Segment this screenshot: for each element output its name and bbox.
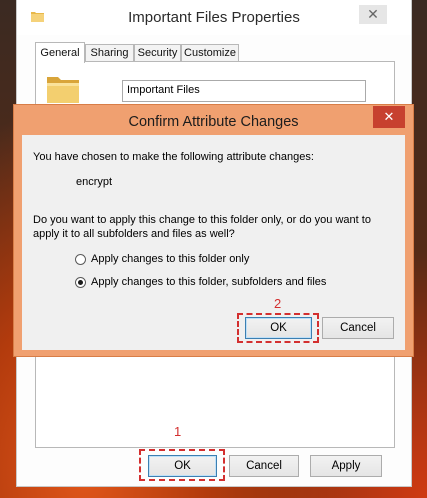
- radio-icon[interactable]: [75, 253, 86, 265]
- folder-name-field[interactable]: Important Files: [122, 80, 366, 102]
- close-icon[interactable]: ✕: [359, 5, 387, 24]
- dialog-question-text: Do you want to apply this change to this…: [33, 214, 371, 240]
- properties-apply-button[interactable]: Apply: [310, 455, 382, 477]
- highlight-box-ok: [139, 449, 225, 481]
- properties-cancel-button[interactable]: Cancel: [229, 455, 299, 477]
- annotation-step-2: 2: [274, 296, 282, 311]
- folder-icon: [47, 77, 79, 103]
- option-folder-subfolders-files-label: Apply changes to this folder, subfolders…: [91, 276, 327, 288]
- close-icon[interactable]: ✕: [373, 106, 405, 128]
- tab-customize[interactable]: Customize: [181, 44, 239, 62]
- dialog-title: Confirm Attribute Changes: [128, 114, 299, 130]
- option-folder-only[interactable]: Apply changes to this folder only: [75, 253, 249, 265]
- radio-icon[interactable]: [75, 276, 86, 288]
- dialog-cancel-button[interactable]: Cancel: [322, 317, 394, 339]
- highlight-box-dialog-ok: [237, 313, 319, 343]
- option-folder-subfolders-files[interactable]: Apply changes to this folder, subfolders…: [75, 276, 326, 288]
- annotation-step-1: 1: [174, 424, 182, 439]
- properties-title: Important Files Properties: [128, 9, 300, 26]
- option-folder-only-label: Apply changes to this folder only: [91, 253, 250, 265]
- tab-general[interactable]: General: [35, 42, 85, 63]
- attribute-change-text: encrypt: [76, 176, 113, 188]
- tab-security[interactable]: Security: [134, 44, 181, 62]
- properties-title-bar[interactable]: Important Files Properties ✕: [17, 0, 411, 35]
- dialog-intro-text: You have chosen to make the following at…: [33, 151, 314, 163]
- tab-sharing[interactable]: Sharing: [85, 44, 134, 62]
